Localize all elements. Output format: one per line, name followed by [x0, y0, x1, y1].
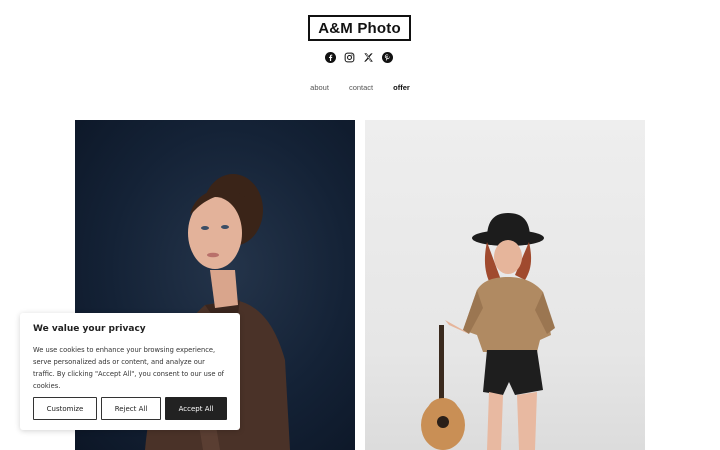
customize-button[interactable]: Customize — [33, 397, 97, 420]
x-twitter-icon — [364, 53, 373, 62]
cowgirl-photo-art — [421, 213, 555, 450]
reject-all-button[interactable]: Reject All — [101, 397, 161, 420]
facebook-link[interactable] — [325, 52, 336, 63]
gallery-photo-cowgirl[interactable] — [365, 120, 645, 450]
nav-item-offer[interactable]: offer — [383, 83, 420, 92]
accept-all-button[interactable]: Accept All — [165, 397, 227, 420]
x-link[interactable] — [363, 52, 374, 63]
main-nav: about contact offer — [0, 83, 720, 92]
cookie-description: We use cookies to enhance your browsing … — [33, 346, 225, 390]
nav-item-about[interactable]: about — [300, 83, 339, 92]
page: A&M Photo about contact offer We value y… — [0, 0, 720, 450]
pinterest-icon — [382, 52, 393, 63]
cookie-title: We value your privacy — [33, 324, 146, 334]
instagram-icon — [344, 52, 355, 63]
facebook-icon — [325, 52, 336, 63]
pinterest-link[interactable] — [382, 52, 393, 63]
social-links — [325, 52, 393, 63]
instagram-link[interactable] — [344, 52, 355, 63]
cookie-consent-banner: We value your privacy We use cookies to … — [20, 313, 240, 430]
site-logo[interactable]: A&M Photo — [308, 15, 411, 41]
cookie-buttons: Customize Reject All Accept All — [33, 397, 227, 420]
nav-item-contact[interactable]: contact — [339, 83, 383, 92]
